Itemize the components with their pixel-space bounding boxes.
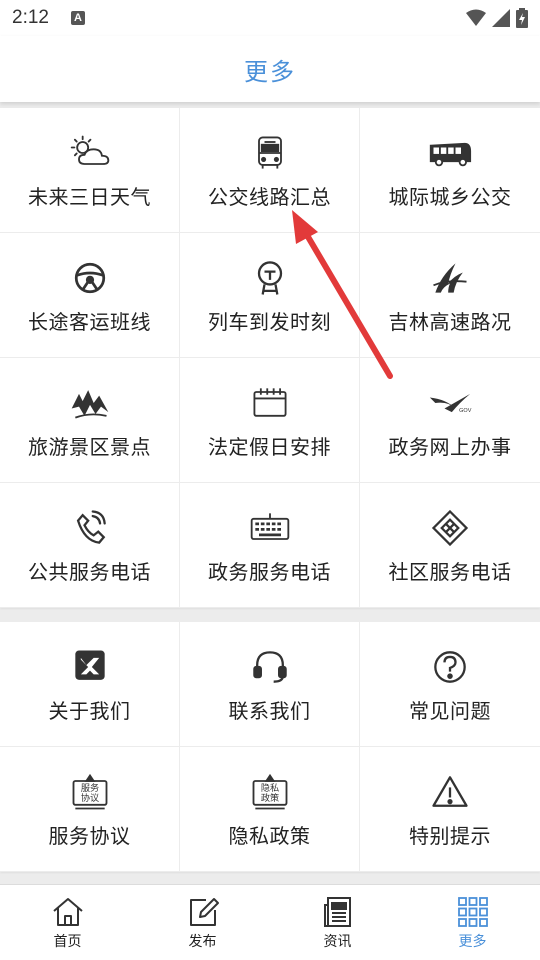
- signal-icon: [492, 9, 510, 27]
- service-public-phone[interactable]: 公共服务电话: [0, 483, 180, 608]
- info-label: 联系我们: [228, 700, 311, 723]
- home-icon: [52, 897, 83, 926]
- info-grid: 关于我们 联系我们 常见问题 服务 协议 服务协议 隐私 政策 隐私政策 特别提…: [0, 622, 540, 872]
- scenery-icon: [65, 381, 115, 425]
- nav-news[interactable]: 资讯: [270, 885, 405, 960]
- steering-wheel-icon: [65, 256, 115, 300]
- agreement-sign-bottom: 协议: [80, 792, 98, 804]
- service-label: 政务服务电话: [208, 561, 331, 584]
- info-label: 常见问题: [409, 700, 491, 723]
- railway-icon: [245, 256, 295, 300]
- wifi-icon: [466, 9, 486, 26]
- community-icon: [425, 506, 475, 550]
- service-long-distance[interactable]: 长途客运班线: [0, 233, 180, 358]
- edit-icon: [189, 897, 219, 926]
- service-label: 公共服务电话: [28, 561, 151, 584]
- service-label: 列车到发时刻: [208, 311, 331, 334]
- info-label: 关于我们: [48, 700, 131, 723]
- info-label: 特别提示: [409, 825, 491, 848]
- svg-text:GOV: GOV: [459, 408, 472, 414]
- calendar-icon: [245, 381, 295, 425]
- agreement-sign-icon: 服务 协议: [65, 770, 115, 814]
- bottom-nav: 首页 发布 资讯 更多: [0, 884, 540, 960]
- service-weather[interactable]: 未来三日天气: [0, 108, 180, 233]
- notification-icon: A: [70, 11, 85, 25]
- service-label: 未来三日天气: [28, 186, 151, 209]
- service-gov-online[interactable]: GOV 政务网上办事: [360, 358, 540, 483]
- nav-publish[interactable]: 发布: [135, 885, 270, 960]
- nav-label: 发布: [188, 932, 217, 949]
- weather-icon: [65, 131, 115, 175]
- nav-label: 资讯: [323, 932, 352, 949]
- service-intercity-bus[interactable]: 城际城乡公交: [360, 108, 540, 233]
- service-community-phone[interactable]: 社区服务电话: [360, 483, 540, 608]
- service-scenic-spots[interactable]: 旅游景区景点: [0, 358, 180, 483]
- about-logo-icon: [65, 645, 115, 689]
- warning-icon: [425, 770, 475, 814]
- info-privacy-policy[interactable]: 隐私 政策 隐私政策: [180, 747, 360, 872]
- nav-label: 更多: [458, 932, 487, 949]
- status-time: 2:12: [12, 7, 49, 28]
- service-label: 社区服务电话: [388, 561, 512, 584]
- page-title: 更多: [244, 58, 296, 86]
- service-train-schedule[interactable]: 列车到发时刻: [180, 233, 360, 358]
- nav-more[interactable]: 更多: [405, 885, 540, 960]
- top-bar: 更多: [0, 36, 540, 102]
- info-label: 服务协议: [48, 825, 131, 848]
- battery-icon: [516, 8, 528, 28]
- privacy-sign-icon: 隐私 政策: [245, 770, 295, 814]
- service-label: 旅游景区景点: [28, 436, 151, 459]
- status-bar: 2:12 A: [0, 0, 540, 36]
- highway-logo-icon: [425, 256, 475, 300]
- news-icon: [323, 896, 351, 927]
- service-label: 法定假日安排: [208, 436, 331, 459]
- service-label: 公交线路汇总: [208, 186, 331, 209]
- info-label: 隐私政策: [228, 825, 311, 848]
- info-faq[interactable]: 常见问题: [360, 622, 540, 747]
- service-bus-routes[interactable]: 公交线路汇总: [180, 108, 360, 233]
- service-label: 城际城乡公交: [388, 186, 512, 209]
- question-icon: [425, 645, 475, 689]
- service-highway-status[interactable]: 吉林高速路况: [360, 233, 540, 358]
- service-label: 吉林高速路况: [388, 311, 512, 334]
- keyboard-icon: [245, 506, 295, 550]
- nav-label: 首页: [53, 932, 82, 949]
- service-label: 政务网上办事: [388, 436, 512, 459]
- gov-swoosh-icon: GOV: [425, 381, 475, 425]
- bus-icon: [245, 131, 295, 175]
- coach-icon: [425, 131, 475, 175]
- status-indicators: [466, 8, 528, 28]
- service-label: 长途客运班线: [28, 311, 151, 334]
- grid-icon: [457, 896, 488, 927]
- info-service-agreement[interactable]: 服务 协议 服务协议: [0, 747, 180, 872]
- nav-home[interactable]: 首页: [0, 885, 135, 960]
- service-gov-phone[interactable]: 政务服务电话: [180, 483, 360, 608]
- privacy-sign-bottom: 政策: [260, 792, 278, 804]
- services-grid: 未来三日天气 公交线路汇总 城际城乡公交 长途客运班线 列车到发时刻 吉林高速路…: [0, 108, 540, 608]
- info-special-notice[interactable]: 特别提示: [360, 747, 540, 872]
- phone-icon: [65, 506, 115, 550]
- info-about-us[interactable]: 关于我们: [0, 622, 180, 747]
- info-contact-us[interactable]: 联系我们: [180, 622, 360, 747]
- service-holiday-schedule[interactable]: 法定假日安排: [180, 358, 360, 483]
- headset-icon: [245, 645, 295, 689]
